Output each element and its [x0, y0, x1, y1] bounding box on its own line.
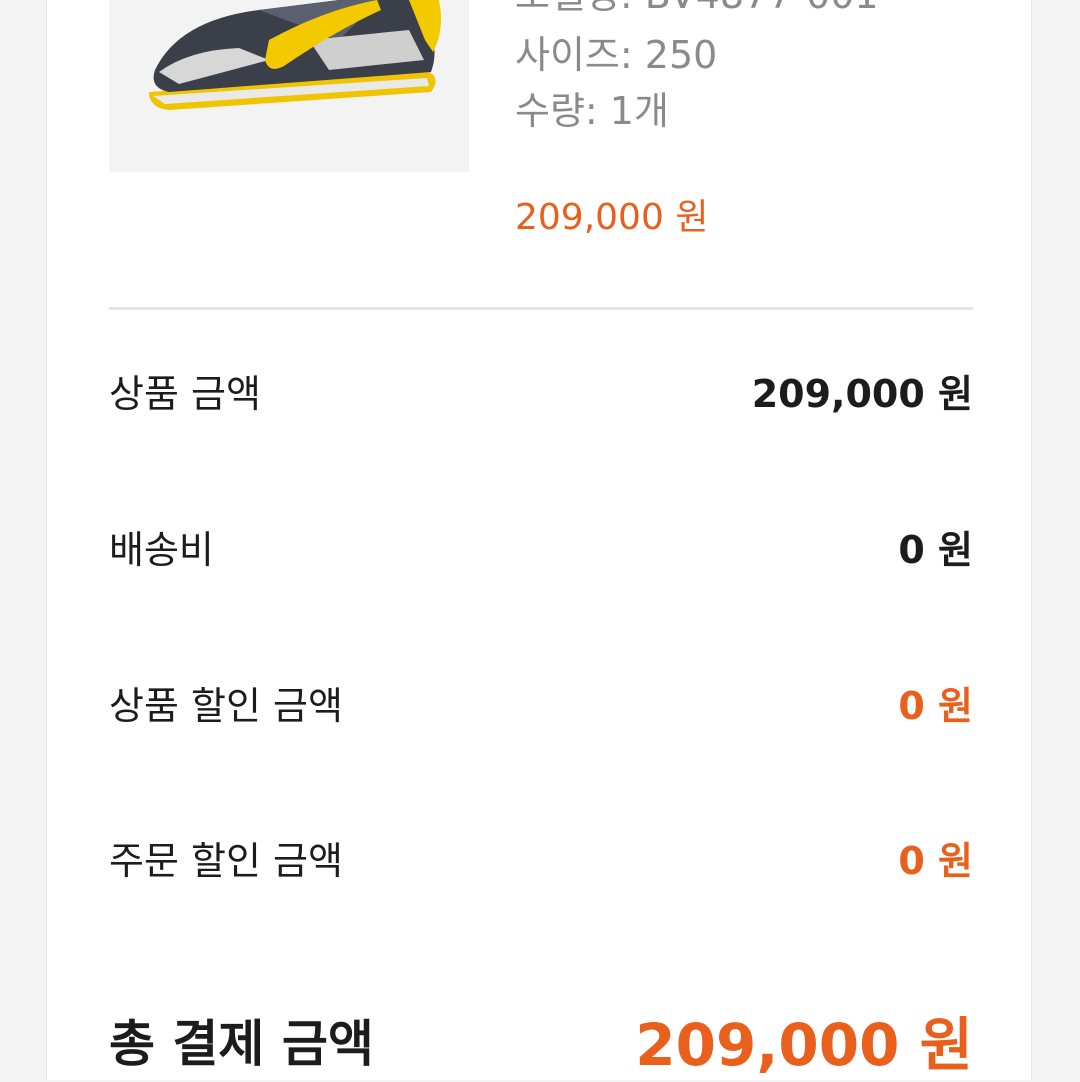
- shipping-fee-label: 배송비: [109, 527, 214, 572]
- shipping-fee-value: 0 원: [898, 527, 973, 572]
- product-size: 사이즈: 250: [515, 33, 718, 77]
- row-product-amount: 상품 금액 209,000 원: [109, 365, 973, 416]
- order-discount-label: 주문 할인 금액: [109, 838, 343, 883]
- order-discount-value: 0 원: [898, 838, 973, 883]
- row-shipping-fee: 배송비 0 원: [109, 521, 973, 572]
- total-payment-value: 209,000 원: [635, 1011, 973, 1079]
- divider: [109, 307, 973, 310]
- product-price: 209,000 원: [515, 197, 709, 238]
- row-order-discount: 주문 할인 금액 0 원: [109, 832, 973, 883]
- row-total-payment: 총 결제 금액 209,000 원: [109, 1008, 973, 1079]
- order-summary-card: 모델명: BV4877-001 사이즈: 250 수량: 1개 209,000 …: [46, 0, 1032, 1080]
- product-quantity: 수량: 1개: [515, 89, 669, 133]
- product-discount-label: 상품 할인 금액: [109, 683, 343, 728]
- product-discount-value: 0 원: [898, 683, 973, 728]
- product-amount-label: 상품 금액: [109, 371, 261, 416]
- product-image[interactable]: [109, 0, 469, 172]
- product-amount-value: 209,000 원: [751, 371, 973, 416]
- row-product-discount: 상품 할인 금액 0 원: [109, 677, 973, 728]
- product-model: 모델명: BV4877-001: [515, 0, 879, 14]
- total-payment-label: 총 결제 금액: [109, 1015, 374, 1073]
- sneaker-image: [149, 0, 441, 110]
